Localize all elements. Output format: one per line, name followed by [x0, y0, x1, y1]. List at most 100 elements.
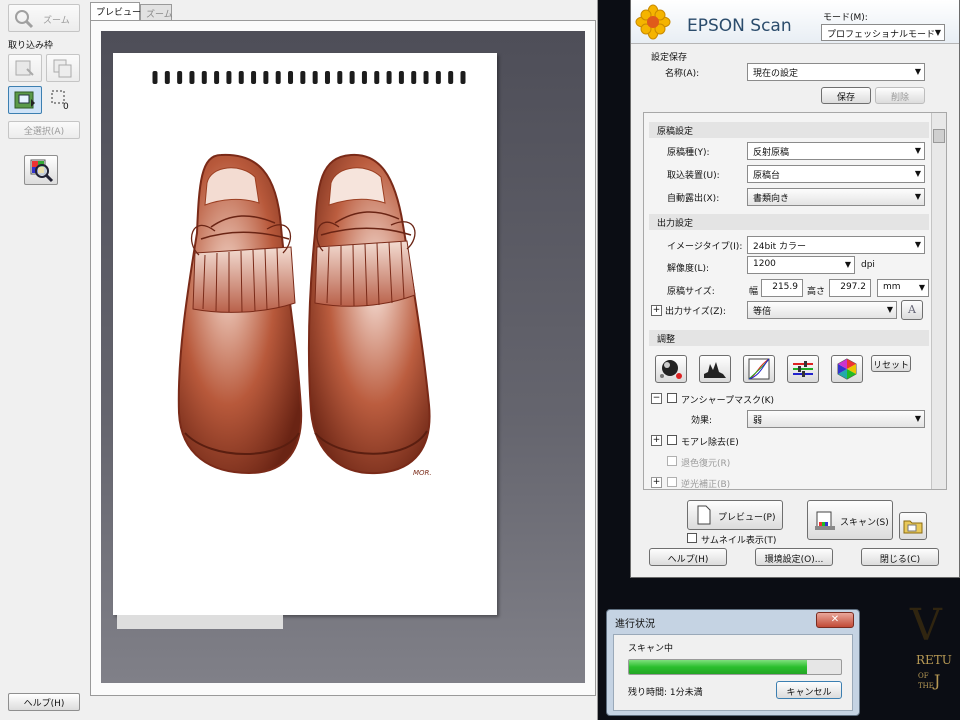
zoom-button[interactable]: ズーム: [8, 4, 80, 32]
image-type-value: 24bit カラー: [753, 242, 807, 252]
zoom-button-label: ズーム: [43, 16, 70, 26]
unsharp-collapse-icon[interactable]: −: [651, 393, 662, 404]
app-title: EPSON Scan: [687, 16, 792, 36]
resolution-label: 解像度(L):: [667, 264, 710, 274]
unsharp-checkbox[interactable]: [667, 393, 677, 403]
backlight-expand-icon[interactable]: +: [651, 477, 662, 488]
tone-curve-icon: [748, 358, 770, 380]
delete-frame-button[interactable]: 0: [46, 86, 80, 114]
spiral-ring: [312, 71, 318, 84]
output-size-expand-icon[interactable]: +: [651, 305, 662, 316]
shoe-sketch-image: [177, 153, 431, 475]
color-magnifier-icon: [30, 159, 54, 183]
tab-zoom[interactable]: ズーム: [140, 4, 173, 20]
epson-scan-window: EPSON Scan モード(M): プロフェッショナルモード ▼ 設定保存 名…: [630, 0, 960, 578]
preview-help-button[interactable]: ヘルプ(H): [8, 693, 80, 711]
mode-select[interactable]: プロフェッショナルモード ▼: [821, 24, 945, 41]
spiral-ring: [374, 71, 380, 84]
name-select[interactable]: 現在の設定 ▼: [747, 63, 925, 81]
scan-bed: MOR.: [101, 31, 585, 683]
width-label: 幅: [749, 287, 759, 297]
close-button[interactable]: 閉じる(C): [861, 548, 939, 566]
svg-text:THE: THE: [918, 682, 934, 690]
width-field[interactable]: 215.9: [761, 279, 803, 297]
histogram-ball-button[interactable]: [655, 355, 687, 383]
select-all-button[interactable]: 全選択(A): [8, 121, 80, 139]
auto-exposure-select[interactable]: 書類向き ▼: [747, 188, 925, 206]
source-select[interactable]: 原稿台 ▼: [747, 165, 925, 183]
image-adjust-button[interactable]: [24, 155, 58, 185]
color-balance-icon: [793, 361, 813, 377]
spiral-ring: [448, 71, 454, 84]
effect-select[interactable]: 弱 ▼: [747, 410, 925, 428]
spiral-ring: [238, 71, 244, 84]
doc-size-label: 原稿サイズ:: [667, 287, 715, 297]
color-palette-button[interactable]: [831, 355, 863, 383]
chevron-down-icon: ▼: [914, 414, 921, 423]
marquee-button[interactable]: [8, 86, 42, 114]
spiral-ring: [164, 71, 170, 84]
spiral-ring: [398, 71, 404, 84]
delete-button[interactable]: 削除: [875, 87, 925, 104]
name-label: 名称(A):: [665, 69, 700, 79]
color-balance-button[interactable]: [787, 355, 819, 383]
moire-expand-icon[interactable]: +: [651, 435, 662, 446]
remaining-time: 残り時間: 1分未満: [628, 688, 703, 698]
paper-edge: [117, 615, 283, 629]
moire-checkbox[interactable]: [667, 435, 677, 445]
text-enhance-icon[interactable]: A: [901, 300, 923, 320]
svg-text:RETU: RETU: [916, 653, 952, 667]
histogram-button[interactable]: [699, 355, 731, 383]
progress-bar: [628, 659, 842, 675]
progress-bar-fill: [629, 660, 808, 674]
spiral-ring: [386, 71, 392, 84]
color-restore-checkbox[interactable]: [667, 456, 677, 466]
mode-label: モード(M):: [823, 13, 868, 23]
spiral-ring: [460, 71, 466, 84]
chevron-down-icon: ▼: [886, 305, 893, 314]
resolution-value: 1200: [753, 259, 776, 269]
chevron-down-icon: ▼: [914, 146, 921, 155]
frame-count: 0: [63, 102, 69, 112]
output-size-select[interactable]: 等倍 ▼: [747, 301, 897, 319]
backlight-checkbox[interactable]: [667, 477, 677, 487]
help-button[interactable]: ヘルプ(H): [649, 548, 727, 566]
svg-text:OF: OF: [918, 672, 929, 680]
thumbnail-checkbox[interactable]: [687, 533, 697, 543]
header-banner: EPSON Scan モード(M): プロフェッショナルモード ▼: [631, 0, 959, 44]
spiral-ring: [275, 71, 281, 84]
artist-signature: MOR.: [413, 469, 432, 477]
config-button[interactable]: 環境設定(O)...: [755, 548, 833, 566]
doc-type-select[interactable]: 反射原稿 ▼: [747, 142, 925, 160]
chevron-down-icon: ▼: [914, 240, 921, 249]
height-field[interactable]: 297.2: [829, 279, 871, 297]
save-button[interactable]: 保存: [821, 87, 871, 104]
resolution-unit: dpi: [861, 260, 875, 270]
auto-locate-button[interactable]: [8, 54, 42, 82]
scan-button-label: スキャン(S): [840, 518, 889, 528]
spiral-binding: [152, 71, 466, 84]
tab-preview[interactable]: プレビュー: [90, 2, 141, 20]
spiral-ring: [411, 71, 417, 84]
scrollbar-thumb[interactable]: [933, 129, 945, 143]
settings-scrollbar[interactable]: [931, 113, 946, 489]
tone-curve-button[interactable]: [743, 355, 775, 383]
preview-area[interactable]: MOR.: [90, 20, 596, 696]
resolution-select[interactable]: 1200 ▼: [747, 256, 855, 274]
file-save-settings-button[interactable]: [899, 512, 927, 540]
preview-button[interactable]: プレビュー(P): [687, 500, 783, 530]
reset-button[interactable]: リセット: [871, 355, 911, 372]
folder-icon: [903, 520, 923, 534]
image-type-select[interactable]: 24bit カラー ▼: [747, 236, 925, 254]
unit-select[interactable]: mm ▼: [877, 279, 929, 297]
spiral-ring: [152, 71, 158, 84]
backlight-label: 逆光補正(B): [681, 480, 731, 490]
dialog-close-button[interactable]: ✕: [816, 612, 854, 628]
spiral-ring: [263, 71, 269, 84]
cancel-button[interactable]: キャンセル: [776, 681, 842, 699]
document-section-header: 原稿設定: [649, 122, 929, 138]
scan-button[interactable]: スキャン(S): [807, 500, 893, 540]
copy-frame-button[interactable]: [46, 54, 80, 82]
chevron-down-icon: ▼: [918, 283, 925, 292]
spiral-ring: [423, 71, 429, 84]
